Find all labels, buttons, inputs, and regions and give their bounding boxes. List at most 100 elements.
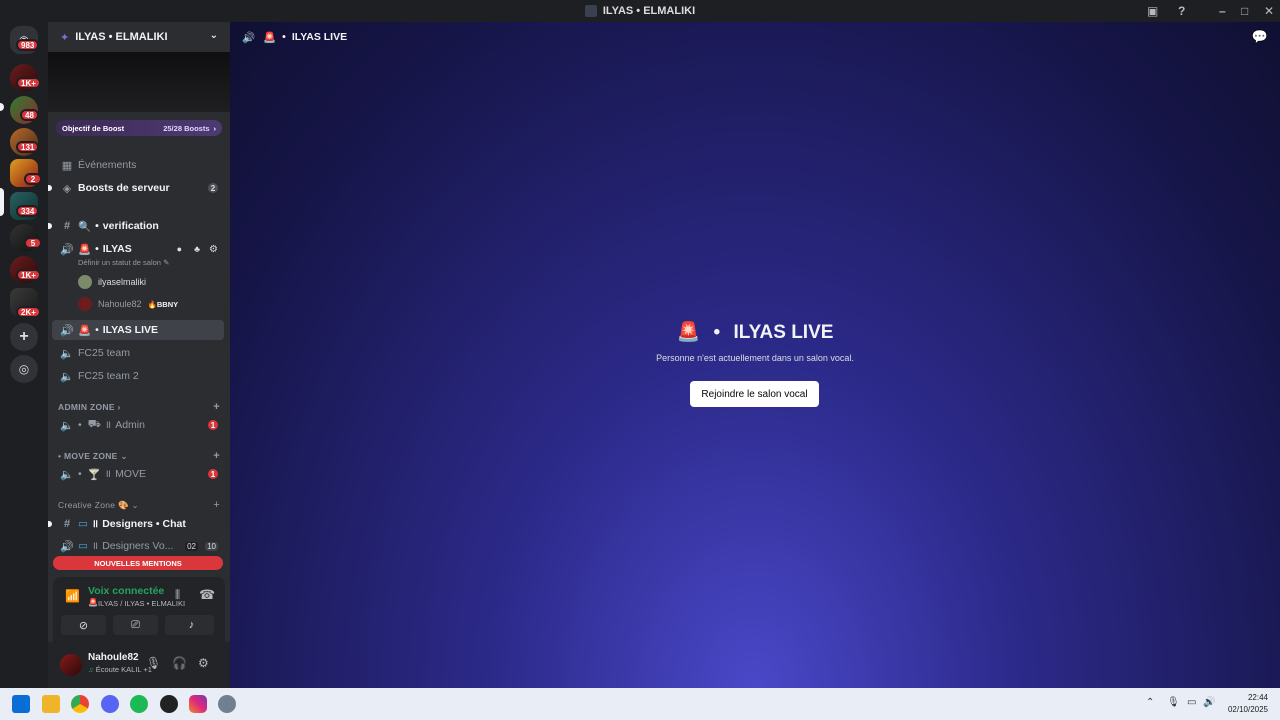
channel-header: 🔊 🚨 • ILYAS LIVE 💬 bbox=[230, 22, 1280, 52]
screen-share-button[interactable]: ⎚ bbox=[113, 615, 158, 635]
boosts-item[interactable]: ◈ Boosts de serveur 2 bbox=[48, 178, 224, 198]
palette-emoji-icon: 🎨 bbox=[117, 500, 129, 510]
voice-status[interactable]: Voix connectée bbox=[88, 585, 164, 597]
category-admin-zone[interactable]: ADMIN ZONE › + bbox=[58, 401, 224, 413]
clock[interactable]: 22:44 02/10/2025 bbox=[1228, 692, 1268, 716]
cocktail-emoji-icon: 🍸 bbox=[87, 468, 101, 481]
screen-share-icon[interactable]: ▣ bbox=[1147, 4, 1158, 18]
discord-icon[interactable] bbox=[101, 695, 119, 713]
chevron-down-icon: ⌄ bbox=[131, 500, 139, 510]
invite-icon[interactable]: ♣ bbox=[194, 244, 200, 254]
avatar[interactable] bbox=[60, 654, 82, 676]
channel-ilyas-live[interactable]: 🔊 🚨 • ILYAS LIVE bbox=[52, 320, 224, 340]
volume-icon[interactable]: 🔊 bbox=[1203, 697, 1215, 708]
boost-goal-progress: 25/28 Boosts bbox=[163, 123, 210, 133]
chat-icon[interactable]: 💬 bbox=[1252, 29, 1268, 45]
add-channel-icon[interactable]: + bbox=[213, 450, 220, 462]
server-rail: ◉ 983 1K+ 48 131 2 334 5 1K+ 2K+ + ◎ bbox=[0, 22, 48, 688]
gear-icon[interactable]: ⚙ bbox=[209, 244, 218, 255]
disconnect-icon[interactable]: ☎ bbox=[199, 587, 215, 603]
channel-label: Designers • Chat bbox=[102, 518, 186, 530]
instagram-icon[interactable] bbox=[189, 695, 207, 713]
settings-gear-icon[interactable]: ⚙ bbox=[198, 656, 209, 670]
unread-indicator bbox=[0, 103, 4, 111]
server-banner bbox=[48, 52, 230, 112]
channel-fc25-team[interactable]: 🔈 FC25 team bbox=[52, 343, 224, 363]
help-icon[interactable]: ? bbox=[1178, 4, 1185, 18]
channel-sidebar: ✦ ILYAS • ELMALIKI ⌄ Objectif de Boost 2… bbox=[48, 22, 230, 688]
file-explorer-icon[interactable] bbox=[42, 695, 60, 713]
chevron-up-icon[interactable]: ⌃ bbox=[1146, 697, 1154, 708]
channel-verification[interactable]: # 🔍 • verification bbox=[48, 216, 224, 236]
camera-button[interactable]: ⊘ bbox=[61, 615, 106, 635]
user-name[interactable]: Nahoule82 bbox=[88, 652, 139, 663]
voice-channel-path[interactable]: ILYAS / ILYAS • ELMALIKI bbox=[98, 599, 185, 608]
voice-channel-icon: 🔊 bbox=[242, 31, 256, 44]
add-server-icon[interactable]: + bbox=[10, 323, 38, 351]
add-channel-icon[interactable]: + bbox=[213, 401, 220, 413]
events-label: Événements bbox=[78, 159, 137, 171]
add-channel-icon[interactable]: + bbox=[213, 499, 220, 511]
signal-icon[interactable]: 📶 bbox=[65, 589, 80, 603]
avatar bbox=[78, 297, 92, 311]
avatar bbox=[78, 275, 92, 289]
title-bar: ILYAS • ELMALIKI ▣ ? – □ ✕ bbox=[0, 0, 1280, 22]
voice-member[interactable]: ilyaselmaliki bbox=[78, 275, 146, 289]
category-creative-zone[interactable]: Creative Zone 🎨 ⌄ + bbox=[58, 499, 224, 511]
microphone-icon[interactable]: 🎙 bbox=[146, 656, 161, 670]
category-move-zone[interactable]: • MOVE ZONE ⌄ + bbox=[58, 450, 224, 462]
computer-emoji-icon: ▭ bbox=[78, 540, 88, 552]
siren-emoji-icon: 🚨 bbox=[263, 31, 277, 44]
discover-icon[interactable]: ◎ bbox=[10, 355, 38, 383]
voice-channel-icon: 🔊 bbox=[60, 540, 74, 553]
server-badge: 131 bbox=[16, 141, 40, 153]
channel-admin[interactable]: 🔈 • ⛟ ॥ Admin 1 bbox=[52, 415, 224, 435]
channel-status-hint[interactable]: Définir un statut de salon ✎ bbox=[78, 258, 169, 267]
channel-title: ILYAS LIVE bbox=[291, 31, 348, 43]
channel-designers-voice[interactable]: 🔊 ▭ ॥ Designers Vo... 02 10 bbox=[52, 536, 224, 556]
unread-indicator bbox=[48, 223, 52, 229]
close-button[interactable]: ✕ bbox=[1264, 4, 1274, 18]
minimize-button[interactable]: – bbox=[1219, 4, 1226, 18]
member-tag: 🔥BBNY bbox=[147, 299, 179, 309]
server-badge: 48 bbox=[20, 109, 39, 121]
join-voice-button[interactable]: Rejoindre le salon vocal bbox=[690, 381, 819, 407]
server-header[interactable]: ✦ ILYAS • ELMALIKI ⌄ bbox=[48, 22, 230, 52]
channel-label: FC25 team bbox=[78, 347, 130, 359]
chat-bubble-icon[interactable]: ● bbox=[177, 244, 182, 254]
spotify-icon[interactable] bbox=[130, 695, 148, 713]
settings-icon[interactable] bbox=[218, 695, 236, 713]
obs-icon[interactable] bbox=[160, 695, 178, 713]
channel-move[interactable]: 🔈 • 🍸 ॥ MOVE 1 bbox=[52, 464, 224, 484]
channel-ilyas-voice[interactable]: 🔊 🚨 • ILYAS ● ♣ ⚙ bbox=[52, 239, 224, 259]
events-item[interactable]: ▦ Événements bbox=[52, 155, 224, 175]
user-limit: 10 bbox=[205, 541, 218, 551]
category-label: ADMIN ZONE bbox=[58, 402, 115, 412]
noise-suppression-icon[interactable]: ⫼ bbox=[175, 589, 180, 602]
boosts-count: 2 bbox=[208, 183, 218, 193]
server-badge: 1K+ bbox=[16, 269, 41, 281]
window-title: ILYAS • ELMALIKI bbox=[602, 5, 696, 17]
windows-start-icon[interactable] bbox=[12, 695, 30, 713]
network-icon[interactable]: ▭ bbox=[1187, 697, 1196, 708]
calendar-icon: ▦ bbox=[61, 159, 73, 172]
headphones-icon[interactable]: 🎧 bbox=[172, 656, 187, 670]
voice-channel-heading: 🚨 • ILYAS LIVE bbox=[230, 320, 1280, 344]
voice-channel-icon: 🔈 bbox=[60, 370, 74, 383]
channel-designers-chat[interactable]: # ▭ ॥ Designers • Chat bbox=[48, 514, 224, 534]
new-mentions-button[interactable]: NOUVELLES MENTIONS bbox=[53, 556, 223, 570]
voice-member[interactable]: Nahoule82 🔥BBNY bbox=[78, 297, 178, 311]
user-activity-label: Écoute KALIL bbox=[95, 665, 142, 674]
boost-goal-bar[interactable]: Objectif de Boost 25/28 Boosts › bbox=[56, 120, 222, 136]
microphone-tray-icon[interactable]: 🎙 bbox=[1167, 697, 1180, 708]
server-badge: 334 bbox=[16, 205, 40, 217]
channel-fc25-team-2[interactable]: 🔈 FC25 team 2 bbox=[52, 366, 224, 386]
server-badge: 2 bbox=[24, 173, 42, 185]
boost-icon: ◈ bbox=[62, 182, 72, 195]
magnifier-emoji-icon: 🔍 bbox=[78, 220, 92, 233]
clock-date: 02/10/2025 bbox=[1227, 705, 1268, 714]
maximize-button[interactable]: □ bbox=[1241, 4, 1248, 18]
category-label: MOVE ZONE bbox=[63, 451, 118, 461]
chrome-icon[interactable] bbox=[71, 695, 89, 713]
soundboard-button[interactable]: ♪ bbox=[169, 615, 214, 635]
